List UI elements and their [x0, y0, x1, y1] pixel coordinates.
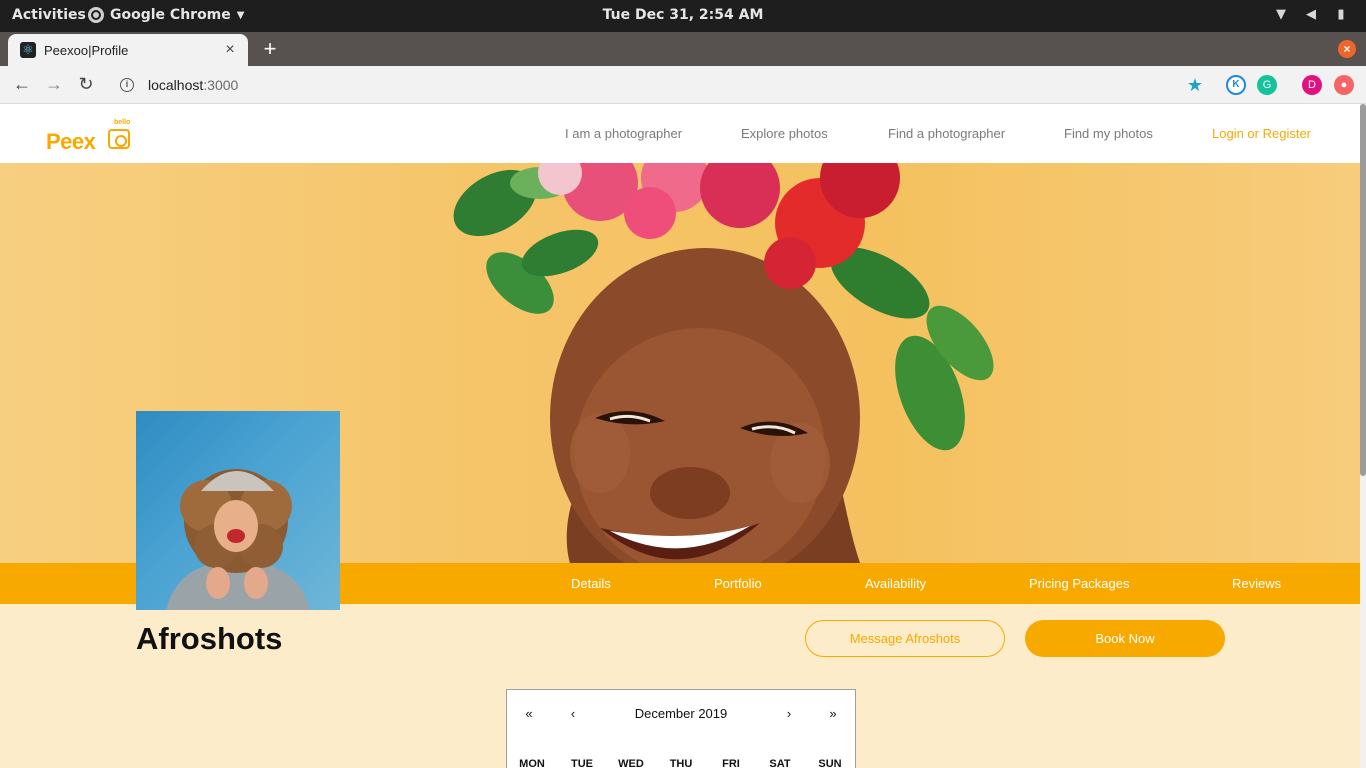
- scrollbar-thumb[interactable]: [1360, 104, 1366, 476]
- react-favicon-icon: ⚛: [20, 42, 36, 58]
- new-tab-button[interactable]: +: [260, 38, 280, 60]
- app-name: Google Chrome: [110, 7, 231, 23]
- tab-availability[interactable]: Availability: [865, 576, 926, 591]
- tab-strip: ⚛ Peexoo|Profile × + ×: [0, 32, 1366, 66]
- address-bar[interactable]: i localhost:3000: [112, 72, 1212, 98]
- browser-toolbar: ← → ↻ i localhost:3000 ★ K G D ●: [0, 66, 1366, 104]
- battery-icon: ▮: [1337, 7, 1345, 22]
- window-close-button[interactable]: ×: [1338, 40, 1356, 58]
- logo-tagline: bello: [114, 119, 131, 126]
- message-button[interactable]: Message Afroshots: [805, 620, 1005, 657]
- os-top-bar: Activities Google Chrome ▼ Tue Dec 31, 2…: [0, 0, 1366, 32]
- next-year-button[interactable]: »: [811, 706, 855, 721]
- logo-wordmark: Peex: [46, 129, 96, 154]
- reload-icon[interactable]: ↻: [76, 74, 96, 94]
- peexoo-logo[interactable]: Peex bello: [44, 118, 134, 154]
- weekday-sun: SUN: [818, 758, 842, 768]
- forward-arrow-icon[interactable]: →: [44, 74, 64, 94]
- weekday-fri: FRI: [722, 758, 740, 768]
- availability-calendar: « ‹ December 2019 › » MON TUE WED THU FR…: [506, 689, 856, 768]
- bookmark-star-icon[interactable]: ★: [1185, 75, 1205, 95]
- caret-down-icon: ▼: [236, 9, 245, 21]
- app-menu[interactable]: Google Chrome ▼: [88, 7, 244, 23]
- tab-reviews[interactable]: Reviews: [1232, 576, 1281, 591]
- weekday-wed: WED: [618, 758, 644, 768]
- avatar-image: [166, 469, 310, 610]
- profile-name: Afroshots: [136, 621, 283, 656]
- page-viewport: Peex bello I am a photographer Explore p…: [0, 104, 1366, 768]
- weekday-thu: THU: [669, 758, 693, 768]
- nav-i-am-a-photographer[interactable]: I am a photographer: [565, 126, 682, 141]
- chrome-icon: [88, 7, 104, 23]
- weekday-tue: TUE: [571, 758, 593, 768]
- page-scrollbar[interactable]: [1360, 104, 1366, 768]
- url-host: localhost: [148, 77, 204, 93]
- extension-icon[interactable]: ●: [1334, 75, 1354, 95]
- camera-icon: [108, 129, 130, 149]
- tab-details[interactable]: Details: [571, 576, 611, 591]
- prev-year-button[interactable]: «: [507, 706, 551, 721]
- tab-pricing-packages[interactable]: Pricing Packages: [1029, 576, 1129, 591]
- calendar-month-label[interactable]: December 2019: [595, 706, 767, 721]
- tab-portfolio[interactable]: Portfolio: [714, 576, 762, 591]
- next-month-button[interactable]: ›: [767, 706, 811, 721]
- book-now-button[interactable]: Book Now: [1025, 620, 1225, 657]
- activities-button[interactable]: Activities: [12, 7, 86, 23]
- volume-icon: ◀: [1306, 7, 1316, 22]
- tab-title: Peexoo|Profile: [44, 42, 129, 58]
- url-port: :3000: [203, 77, 239, 93]
- site-header: Peex bello I am a photographer Explore p…: [0, 104, 1360, 163]
- nav-login-register[interactable]: Login or Register: [1212, 126, 1311, 141]
- system-tray[interactable]: ▼ ◀ ▮: [1274, 8, 1348, 22]
- weekday-mon: MON: [519, 758, 545, 768]
- nav-find-my-photos[interactable]: Find my photos: [1064, 126, 1153, 141]
- tab-close-icon[interactable]: ×: [222, 41, 238, 59]
- prev-month-button[interactable]: ‹: [551, 706, 595, 721]
- browser-tab[interactable]: ⚛ Peexoo|Profile ×: [8, 34, 248, 66]
- grammarly-icon[interactable]: G: [1257, 75, 1277, 95]
- site-info-icon[interactable]: i: [120, 78, 134, 92]
- back-arrow-icon[interactable]: ←: [12, 74, 32, 94]
- profile-avatar-photo: [136, 411, 340, 610]
- wifi-icon: ▼: [1276, 7, 1286, 22]
- nav-find-a-photographer[interactable]: Find a photographer: [888, 126, 1005, 141]
- extension-k-icon[interactable]: K: [1226, 75, 1246, 95]
- profile-avatar[interactable]: D: [1302, 75, 1322, 95]
- weekday-sat: SAT: [769, 758, 791, 768]
- nav-explore-photos[interactable]: Explore photos: [741, 126, 828, 141]
